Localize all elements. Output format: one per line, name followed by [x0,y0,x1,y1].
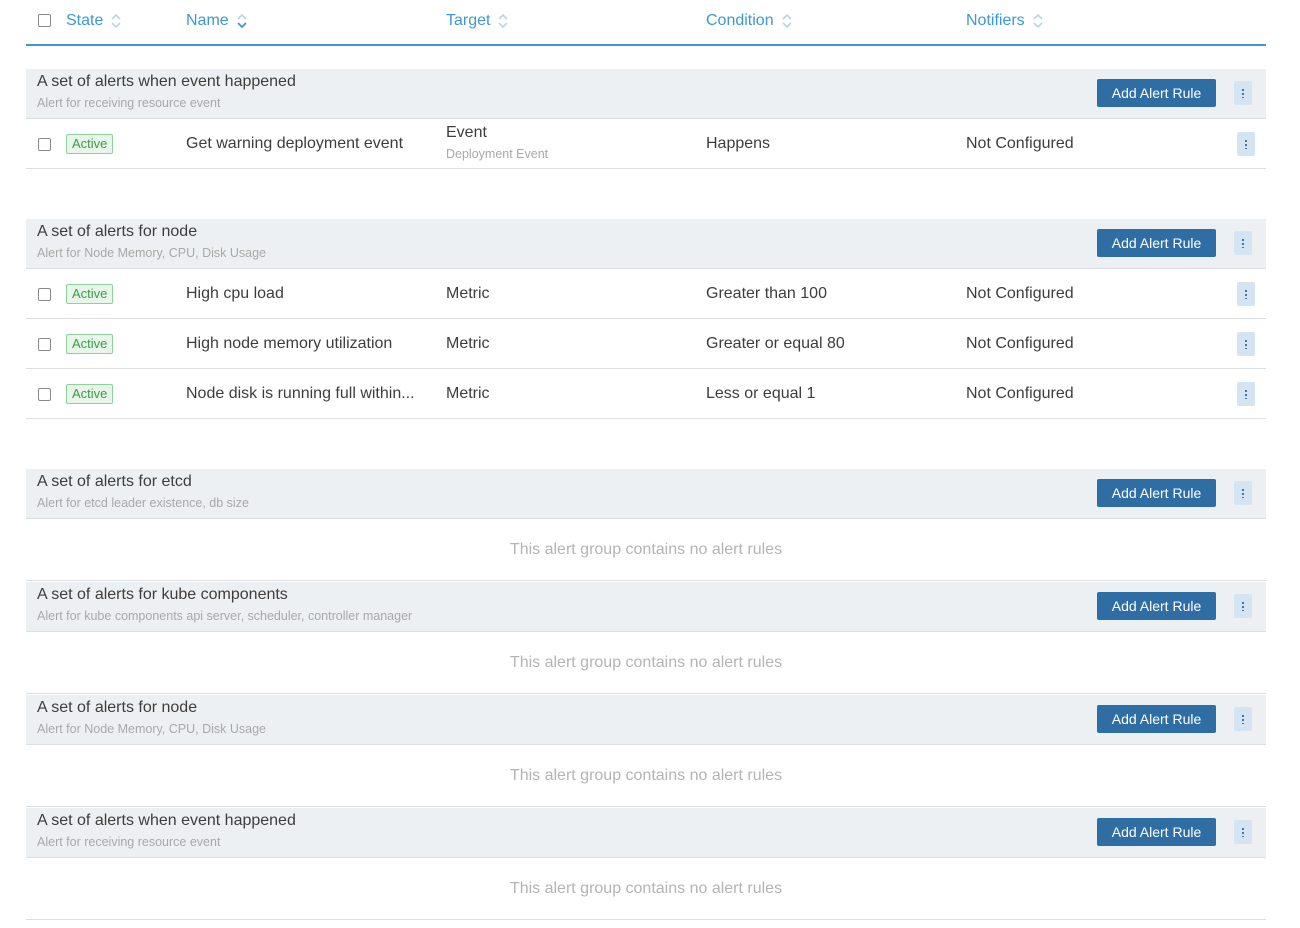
status-badge: Active [66,284,114,304]
empty-group-message: This alert group contains no alert rules [26,519,1266,581]
rule-target-detail: Deployment Event [446,147,549,161]
sort-both-icon [782,13,792,29]
row-checkbox[interactable] [38,138,51,151]
group-description: Alert for Node Memory, CPU, Disk Usage [37,722,266,736]
row-checkbox[interactable] [38,288,51,301]
status-badge: Active [66,334,114,354]
select-all-checkbox[interactable] [38,14,51,27]
group-actions-menu-icon[interactable] [1234,481,1252,505]
column-header-label: State [66,12,104,29]
alert-group-header: A set of alerts for etcd Alert for etcd … [26,469,1266,519]
column-header-state[interactable]: State [66,12,121,30]
rule-target: Event [446,124,487,141]
alert-group-header: A set of alerts when event happened Aler… [26,808,1266,858]
status-badge: Active [66,384,114,404]
rule-target: Metric [446,385,490,402]
alert-group-header: A set of alerts for node Alert for Node … [26,219,1266,269]
sort-both-icon [498,13,509,29]
column-header-name[interactable]: Name [186,12,247,30]
group-actions-menu-icon[interactable] [1234,81,1252,105]
add-alert-rule-button[interactable]: Add Alert Rule [1097,79,1216,107]
group-title: A set of alerts when event happened [37,812,296,829]
column-header-label: Notifiers [966,12,1025,29]
table-row: Active High cpu load Metric Greater than… [26,269,1266,319]
rule-notifiers: Not Configured [966,135,1074,152]
column-header-label: Name [186,12,229,29]
rule-condition: Greater than 100 [706,285,827,302]
rule-notifiers: Not Configured [966,385,1074,402]
add-alert-rule-button[interactable]: Add Alert Rule [1097,592,1216,620]
rule-notifiers: Not Configured [966,285,1074,302]
empty-group-message: This alert group contains no alert rules [26,858,1266,920]
table-row: Active High node memory utilization Metr… [26,319,1266,369]
rule-name: High node memory utilization [186,335,393,352]
column-header-label: Condition [706,12,774,29]
alert-group-header: A set of alerts for node Alert for Node … [26,695,1266,745]
rule-condition: Greater or equal 80 [706,335,845,352]
column-header-target[interactable]: Target [446,12,509,30]
row-actions-menu-icon[interactable] [1237,132,1255,156]
group-title: A set of alerts for etcd [37,473,192,490]
row-actions-menu-icon[interactable] [1237,332,1255,356]
rule-condition: Happens [706,135,771,152]
rule-name: High cpu load [186,285,284,302]
row-actions-menu-icon[interactable] [1237,382,1255,406]
rule-notifiers: Not Configured [966,335,1074,352]
row-checkbox[interactable] [38,388,51,401]
alert-rules-table: State Name Target Condition Notifiers A … [26,0,1266,920]
rule-condition: Less or equal 1 [706,385,816,402]
sort-both-icon [1033,13,1043,29]
alert-group-header: A set of alerts when event happened Aler… [26,69,1266,119]
group-actions-menu-icon[interactable] [1234,231,1252,255]
add-alert-rule-button[interactable]: Add Alert Rule [1097,479,1216,507]
row-actions-menu-icon[interactable] [1237,282,1255,306]
status-badge: Active [66,134,114,154]
table-row: Active Get warning deployment event Even… [26,119,1266,169]
add-alert-rule-button[interactable]: Add Alert Rule [1097,705,1216,733]
rule-name: Get warning deployment event [186,135,404,152]
empty-group-message: This alert group contains no alert rules [26,745,1266,807]
row-checkbox[interactable] [38,338,51,351]
table-row: Active Node disk is running full within.… [26,369,1266,419]
column-header-condition[interactable]: Condition [706,12,792,30]
rule-target: Metric [446,335,490,352]
column-header-label: Target [446,12,491,29]
sort-desc-icon [237,13,247,29]
group-description: Alert for receiving resource event [37,835,221,849]
sort-both-icon [111,13,121,29]
add-alert-rule-button[interactable]: Add Alert Rule [1097,818,1216,846]
group-title: A set of alerts for node [37,223,198,240]
group-description: Alert for kube components api server, sc… [37,609,413,623]
group-actions-menu-icon[interactable] [1234,707,1252,731]
alert-group-header: A set of alerts for kube components Aler… [26,582,1266,632]
rule-target: Metric [446,285,490,302]
empty-group-message: This alert group contains no alert rules [26,632,1266,694]
group-actions-menu-icon[interactable] [1234,820,1252,844]
group-actions-menu-icon[interactable] [1234,594,1252,618]
group-title: A set of alerts when event happened [37,73,296,90]
group-title: A set of alerts for node [37,699,198,716]
table-header: State Name Target Condition Notifiers [26,0,1266,46]
group-description: Alert for Node Memory, CPU, Disk Usage [37,246,266,260]
group-title: A set of alerts for kube components [37,586,288,603]
group-description: Alert for receiving resource event [37,96,221,110]
column-header-notifiers[interactable]: Notifiers [966,12,1043,30]
rule-name: Node disk is running full within... [186,385,415,402]
group-description: Alert for etcd leader existence, db size [37,496,249,510]
add-alert-rule-button[interactable]: Add Alert Rule [1097,229,1216,257]
